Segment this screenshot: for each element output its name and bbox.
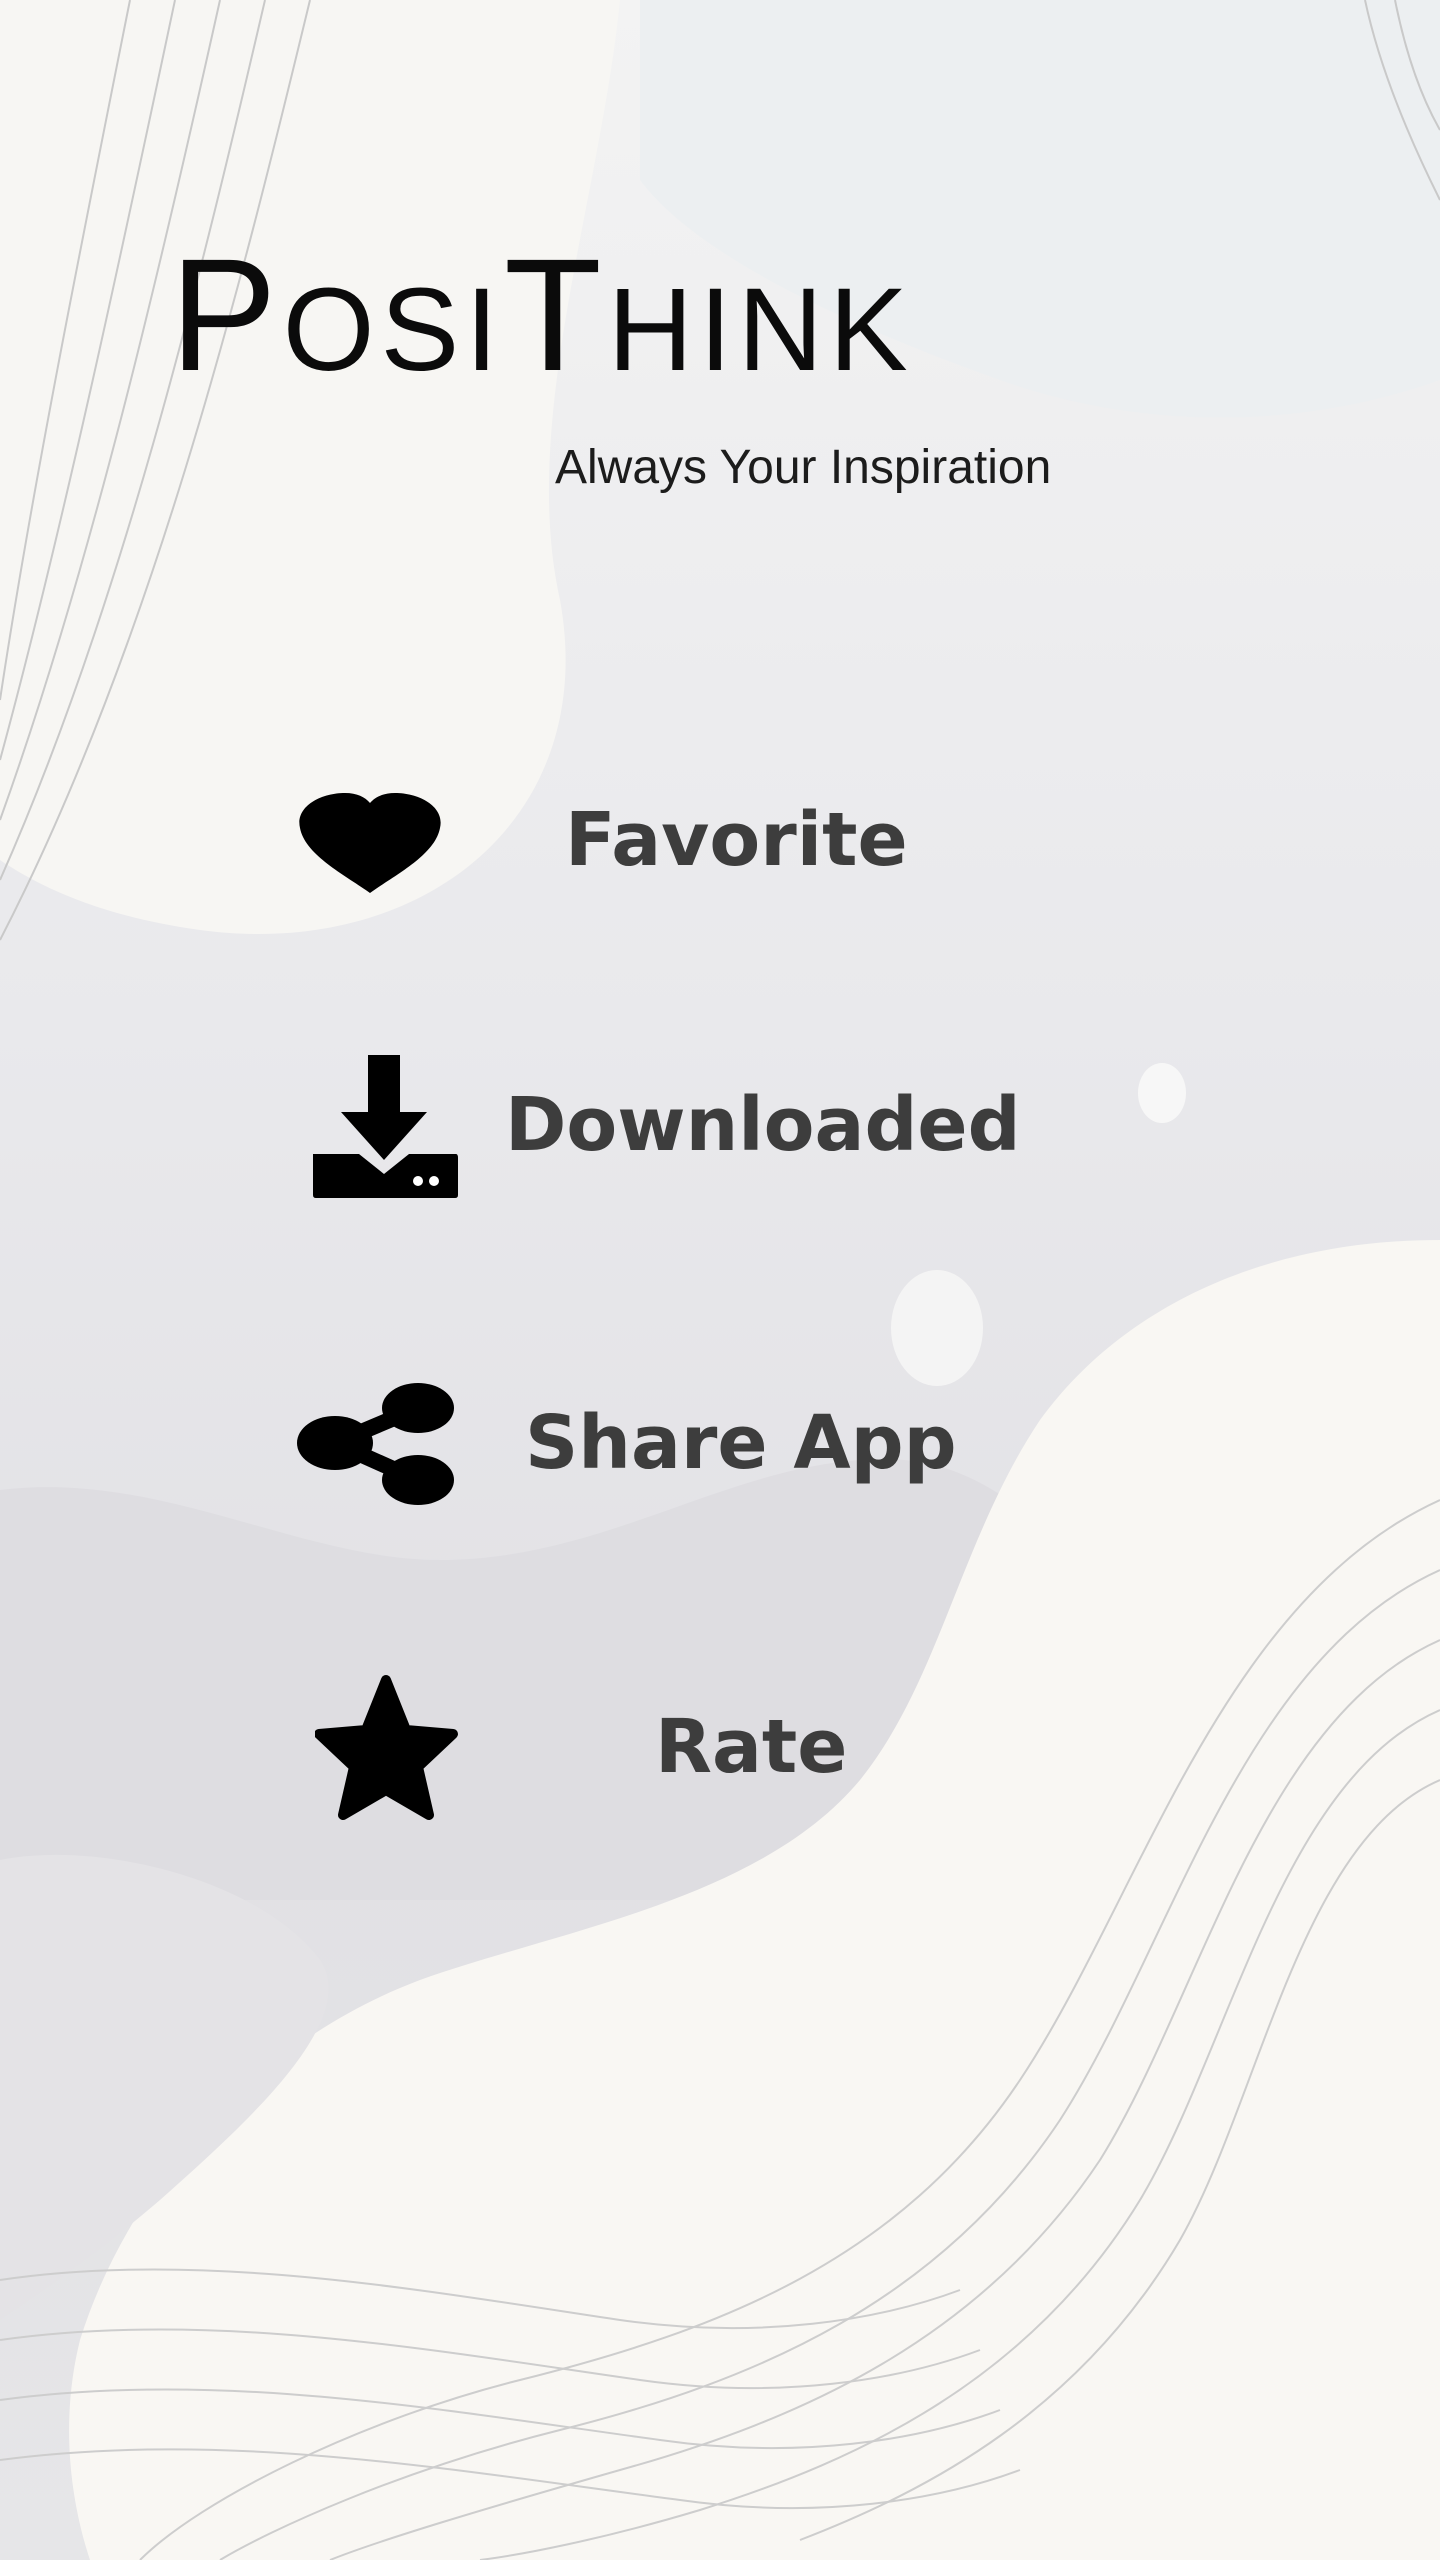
share-icon: [285, 1368, 460, 1518]
menu-item-label: Downloaded: [505, 1082, 1021, 1168]
menu-item-favorite[interactable]: Favorite: [270, 765, 1090, 915]
star-icon: [315, 1672, 465, 1822]
heart-icon: [285, 765, 455, 915]
menu-item-downloaded[interactable]: Downloaded: [270, 1050, 1090, 1200]
menu-item-label: Share App: [525, 1400, 957, 1486]
download-icon: [313, 1050, 463, 1200]
menu-item-rate[interactable]: Rate: [270, 1672, 1090, 1822]
main-menu: Favorite Downloaded Share App Rate: [0, 0, 1440, 2560]
menu-item-label: Favorite: [565, 797, 908, 883]
menu-item-share-app[interactable]: Share App: [270, 1368, 1090, 1518]
menu-item-label: Rate: [655, 1704, 848, 1790]
